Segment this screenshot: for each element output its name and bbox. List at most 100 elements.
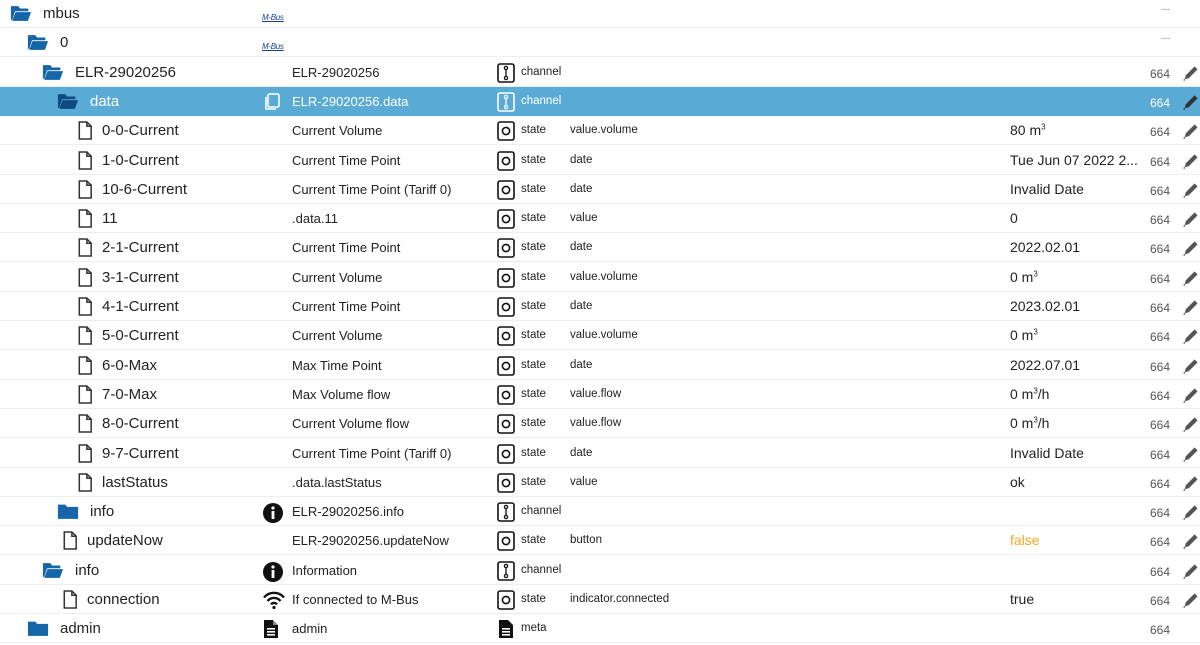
tree-item-name[interactable]: 11 <box>102 204 118 233</box>
edit-pencil-icon[interactable] <box>1182 239 1200 257</box>
tree-row[interactable]: 11 .data.11 state value 0 664 <box>0 204 1200 233</box>
access-rights[interactable]: 664 <box>1142 587 1170 616</box>
folder-open-icon[interactable] <box>57 92 79 111</box>
edit-pencil-icon[interactable] <box>1182 532 1200 550</box>
edit-pencil-icon[interactable] <box>1182 562 1200 580</box>
access-rights[interactable]: 664 <box>1142 441 1170 470</box>
access-rights[interactable]: 664 <box>1142 177 1170 206</box>
file-icon[interactable] <box>77 356 99 375</box>
edit-pencil-icon[interactable] <box>1182 327 1200 345</box>
access-rights[interactable]: 664 <box>1142 470 1170 499</box>
edit-pencil-icon[interactable] <box>1182 445 1200 463</box>
access-rights[interactable]: 664 <box>1142 206 1170 235</box>
tree-row[interactable]: 0 M-Bus --- <box>0 28 1200 57</box>
object-value[interactable]: Invalid Date <box>1010 175 1140 204</box>
tree-item-name[interactable]: 2-1-Current <box>102 233 179 262</box>
folder-open-icon[interactable] <box>42 63 64 82</box>
tree-item-name[interactable]: admin <box>60 614 101 643</box>
file-icon[interactable] <box>77 209 99 228</box>
edit-pencil-icon[interactable] <box>1182 474 1200 492</box>
object-value[interactable]: 0 <box>1010 204 1140 233</box>
folder-open-icon[interactable] <box>10 4 32 23</box>
tree-item-name[interactable]: 4-1-Current <box>102 292 179 321</box>
file-icon[interactable] <box>62 531 84 550</box>
tree-row[interactable]: 3-1-Current Current Volume state value.volu… <box>0 263 1200 292</box>
tree-row[interactable]: updateNow ELR-29020256.updateNow state butt… <box>0 526 1200 555</box>
edit-pencil-icon[interactable] <box>1182 386 1200 404</box>
tree-row[interactable]: 4-1-Current Current Time Point state date 20… <box>0 292 1200 321</box>
folder-icon[interactable] <box>27 619 49 638</box>
tree-item-name[interactable]: 0 <box>60 28 68 57</box>
tree-row[interactable]: lastStatus .data.lastStatus state value ok 66… <box>0 468 1200 497</box>
tree-row[interactable]: 10-6-Current Current Time Point (Tariff 0… <box>0 175 1200 204</box>
access-rights[interactable]: 664 <box>1142 323 1170 352</box>
tree-item-name[interactable]: 7-0-Max <box>102 380 157 409</box>
tree-row[interactable]: 5-0-Current Current Volume state value.volu… <box>0 321 1200 350</box>
object-value[interactable]: 0 m3/h <box>1010 409 1140 438</box>
tree-row[interactable]: connection If connected to M-Bus state indi… <box>0 585 1200 614</box>
tree-row[interactable]: info Information channel 664 <box>0 556 1200 585</box>
tree-item-name[interactable]: 5-0-Current <box>102 321 179 350</box>
access-rights[interactable]: 664 <box>1142 294 1170 323</box>
file-icon[interactable] <box>77 326 99 345</box>
edit-pencil-icon[interactable] <box>1182 152 1200 170</box>
object-value[interactable]: Invalid Date <box>1010 439 1140 468</box>
tree-item-name[interactable]: 8-0-Current <box>102 409 179 438</box>
object-value[interactable]: 80 m3 <box>1010 116 1140 145</box>
access-rights[interactable]: 664 <box>1142 89 1170 118</box>
tree-row[interactable]: 8-0-Current Current Volume flow state value… <box>0 409 1200 438</box>
object-value[interactable]: false <box>1010 526 1140 555</box>
object-value[interactable]: true <box>1010 585 1140 614</box>
edit-pencil-icon[interactable] <box>1182 298 1200 316</box>
copy-icon[interactable] <box>262 92 286 112</box>
tree-item-name[interactable]: info <box>75 556 99 585</box>
access-rights[interactable]: 664 <box>1142 528 1170 557</box>
tree-row[interactable]: mbus M-Bus --- <box>0 0 1200 28</box>
file-icon[interactable] <box>77 180 99 199</box>
access-rights[interactable]: 664 <box>1142 353 1170 382</box>
tree-row[interactable]: 9-7-Current Current Time Point (Tariff 0)… <box>0 439 1200 468</box>
object-value[interactable]: 2022.07.01 <box>1010 351 1140 380</box>
file-icon[interactable] <box>77 151 99 170</box>
file-icon[interactable] <box>77 121 99 140</box>
file-icon[interactable] <box>77 414 99 433</box>
object-value[interactable]: 0 m3/h <box>1010 380 1140 409</box>
object-value[interactable]: 0 m3 <box>1010 263 1140 292</box>
tree-item-name[interactable]: data <box>90 87 119 116</box>
access-rights[interactable]: 664 <box>1142 118 1170 147</box>
tree-item-name[interactable]: mbus <box>43 0 80 28</box>
file-icon[interactable] <box>77 297 99 316</box>
edit-pencil-icon[interactable] <box>1182 503 1200 521</box>
object-value[interactable]: ok <box>1010 468 1140 497</box>
edit-pencil-icon[interactable] <box>1182 181 1200 199</box>
object-value[interactable]: 2023.02.01 <box>1010 292 1140 321</box>
object-value[interactable]: 2022.02.01 <box>1010 233 1140 262</box>
file-icon[interactable] <box>62 590 84 609</box>
tree-item-name[interactable]: updateNow <box>87 526 163 555</box>
edit-pencil-icon[interactable] <box>1182 64 1200 82</box>
access-rights[interactable]: 664 <box>1142 60 1170 89</box>
access-rights[interactable]: 664 <box>1142 265 1170 294</box>
tree-item-name[interactable]: lastStatus <box>102 468 168 497</box>
edit-pencil-icon[interactable] <box>1182 122 1200 140</box>
tree-item-name[interactable]: 1-0-Current <box>102 146 179 175</box>
access-rights[interactable]: 664 <box>1142 411 1170 440</box>
edit-pencil-icon[interactable] <box>1182 269 1200 287</box>
edit-pencil-icon[interactable] <box>1182 591 1200 609</box>
folder-icon[interactable] <box>57 502 79 521</box>
tree-item-name[interactable]: info <box>90 497 114 526</box>
file-icon[interactable] <box>77 473 99 492</box>
tree-item-name[interactable]: 6-0-Max <box>102 351 157 380</box>
tree-item-name[interactable]: 0-0-Current <box>102 116 179 145</box>
file-icon[interactable] <box>77 444 99 463</box>
tree-row[interactable]: 7-0-Max Max Volume flow state value.flow 0 m… <box>0 380 1200 409</box>
edit-pencil-icon[interactable] <box>1182 93 1200 111</box>
folder-open-icon[interactable] <box>27 33 49 52</box>
folder-open-icon[interactable] <box>42 561 64 580</box>
tree-item-name[interactable]: 9-7-Current <box>102 439 179 468</box>
object-value[interactable]: 0 m3 <box>1010 321 1140 350</box>
file-icon[interactable] <box>77 268 99 287</box>
access-rights[interactable]: 664 <box>1142 235 1170 264</box>
tree-row[interactable]: 6-0-Max Max Time Point state date 2022.07.01… <box>0 351 1200 380</box>
tree-row[interactable]: data ELR-29020256.data channel 664 <box>0 87 1200 116</box>
